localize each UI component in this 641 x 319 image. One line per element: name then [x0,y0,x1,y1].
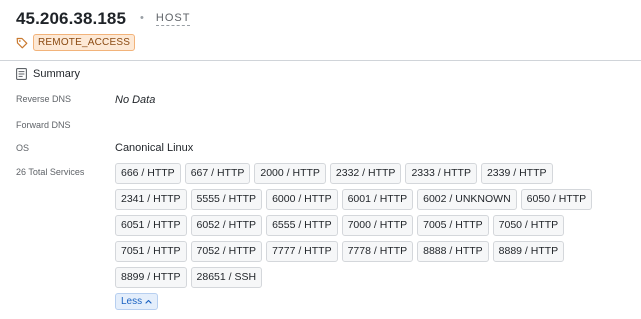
service-chip[interactable]: 7052 / HTTP [190,241,263,262]
service-chip[interactable]: 6000 / HTTP [266,189,338,210]
os-value: Canonical Linux [115,142,194,154]
forward-dns-label: Forward DNS [16,120,71,130]
summary-title: Summary [33,68,81,80]
service-chip[interactable]: 5555 / HTTP [190,189,263,210]
title-row: 45.206.38.185 • HOST [16,9,641,29]
header-divider [0,60,641,61]
service-chip[interactable]: 6051 / HTTP [115,215,187,236]
service-chip[interactable]: 2332 / HTTP [329,163,402,184]
remote-access-tag[interactable]: REMOTE_ACCESS [33,34,136,51]
service-chip[interactable]: 667 / HTTP [184,163,251,184]
service-chip[interactable]: 2000 / HTTP [254,163,326,184]
document-list-icon [16,68,27,80]
service-chip[interactable]: 2339 / HTTP [480,163,553,184]
services-row: 26 Total Services [16,167,115,177]
host-header: 45.206.38.185 • HOST REMOTE_ACCESS [16,9,641,51]
service-chip[interactable]: 2333 / HTTP [405,163,477,184]
reverse-dns-label: Reverse DNS [16,94,72,104]
separator-dot: • [140,12,144,24]
service-chip[interactable]: 6050 / HTTP [520,189,593,210]
services-label: 26 Total Services [16,167,85,177]
service-chip[interactable]: 6555 / HTTP [266,215,338,236]
service-chip[interactable]: 7050 / HTTP [492,215,565,236]
host-type-label[interactable]: HOST [155,12,191,26]
service-chip[interactable]: 666 / HTTP [115,163,181,184]
service-chip[interactable]: 7051 / HTTP [115,241,187,262]
service-chip[interactable]: 8888 / HTTP [417,241,489,262]
summary-heading: Summary [16,68,80,80]
service-chip[interactable]: 7778 / HTTP [341,241,414,262]
service-chip[interactable]: 7000 / HTTP [341,215,414,236]
reverse-dns-row: Reverse DNS No Data [16,94,155,106]
service-chip[interactable]: 6001 / HTTP [341,189,414,210]
less-button[interactable]: Less [115,293,159,310]
service-chip[interactable]: 8889 / HTTP [492,241,565,262]
reverse-dns-value: No Data [115,94,156,106]
service-chip[interactable]: 8899 / HTTP [115,267,187,288]
service-chip[interactable]: 7005 / HTTP [417,215,489,236]
less-label: Less [121,296,143,307]
tag-row: REMOTE_ACCESS [16,34,641,51]
service-chip[interactable]: 6002 / UNKNOWN [417,189,517,210]
service-chip[interactable]: 6052 / HTTP [190,215,263,236]
ip-address: 45.206.38.185 [16,9,127,28]
os-row: OS Canonical Linux [16,142,193,154]
forward-dns-row: Forward DNS [16,120,115,130]
os-label: OS [16,143,30,153]
tag-icon [16,37,28,48]
services-list: 666 / HTTP 667 / HTTP 2000 / HTTP 2332 / HT… [115,163,625,288]
chevron-up-icon [145,299,152,304]
service-chip[interactable]: 28651 / SSH [190,267,263,288]
service-chip[interactable]: 7777 / HTTP [266,241,338,262]
service-chip[interactable]: 2341 / HTTP [115,189,187,210]
